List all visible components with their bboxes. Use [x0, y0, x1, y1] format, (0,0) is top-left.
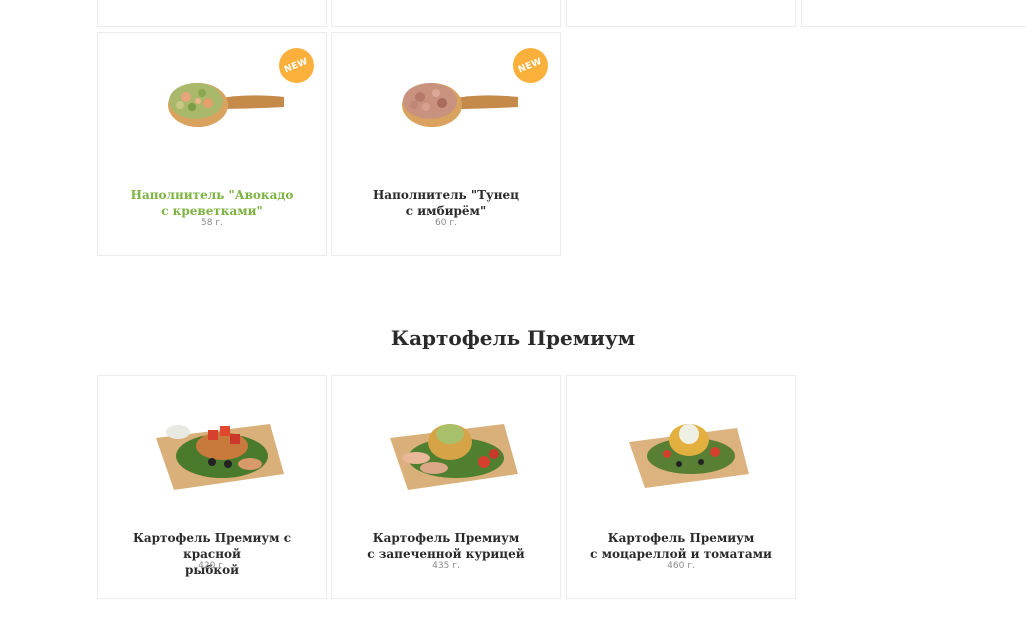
product-title[interactable]: Наполнитель "Авокадо с креветками"	[106, 187, 318, 219]
product-image	[332, 376, 560, 516]
product-weight: 460 г.	[667, 561, 695, 571]
product-card-tuna-ginger[interactable]: NEW Наполнитель "Тунец с имбирём" 60 г.	[331, 32, 561, 256]
product-image	[567, 376, 795, 516]
product-weight: 420 г.	[198, 561, 226, 571]
product-image	[98, 376, 326, 516]
product-card-partial[interactable]	[97, 0, 327, 27]
product-weight: 435 г.	[432, 561, 460, 571]
product-weight: 58 г.	[201, 218, 223, 228]
product-card-premium-red-fish[interactable]: Картофель Премиум с красной рыбкой 420 г…	[97, 375, 327, 599]
product-weight: 60 г.	[435, 218, 457, 228]
product-card-premium-mozzarella[interactable]: Картофель Премиум с моцареллой и томатам…	[566, 375, 796, 599]
product-card-partial[interactable]	[331, 0, 561, 27]
product-title[interactable]: Картофель Премиум с запеченной курицей	[340, 530, 552, 562]
new-badge: NEW	[279, 48, 314, 83]
product-card-premium-chicken[interactable]: Картофель Премиум с запеченной курицей 4…	[331, 375, 561, 599]
product-title[interactable]: Картофель Премиум с моцареллой и томатам…	[575, 530, 787, 562]
product-card-avocado-shrimp[interactable]: NEW Наполнитель "Авокадо с креветками" 5…	[97, 32, 327, 256]
new-badge: NEW	[513, 48, 548, 83]
product-title[interactable]: Наполнитель "Тунец с имбирём"	[340, 187, 552, 219]
section-title: Картофель Премиум	[390, 326, 636, 350]
product-card-partial[interactable]	[801, 0, 1026, 27]
product-card-partial[interactable]	[566, 0, 796, 27]
